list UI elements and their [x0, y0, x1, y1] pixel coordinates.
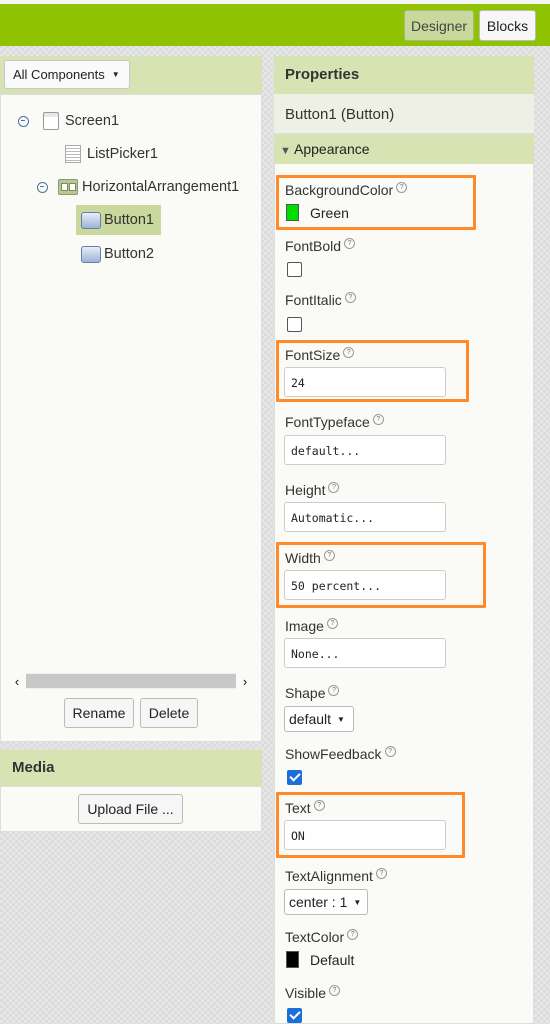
media-panel-header: Media: [0, 750, 262, 786]
tree-item-screen1[interactable]: Screen1: [18, 108, 119, 134]
text-label: Text?: [285, 800, 325, 816]
tree-item-label: HorizontalArrangement1: [82, 179, 240, 195]
tree-item-label: Button2: [104, 246, 154, 262]
help-icon[interactable]: ?: [328, 685, 340, 696]
tree-item-listpicker1[interactable]: ListPicker1: [65, 141, 158, 167]
fontbold-label: FontBold?: [285, 238, 356, 254]
tree-item-button1[interactable]: Button1: [76, 205, 161, 235]
button-icon: [81, 211, 101, 229]
scroll-right-icon[interactable]: ›: [236, 674, 254, 689]
button-icon: [81, 245, 101, 263]
rename-button[interactable]: Rename: [64, 698, 134, 728]
help-icon[interactable]: ?: [344, 292, 356, 303]
backgroundcolor-value[interactable]: Green: [310, 205, 349, 221]
horizontal-arrangement-icon: [58, 179, 78, 195]
green-color-swatch[interactable]: [286, 204, 299, 221]
tree-item-horizontalarrangement1[interactable]: HorizontalArrangement1: [37, 174, 239, 200]
fonttypeface-label: FontTypeface?: [285, 414, 384, 430]
delete-button[interactable]: Delete: [140, 698, 198, 728]
upload-file-button[interactable]: Upload File ...: [78, 794, 183, 824]
designer-button[interactable]: Designer: [404, 10, 474, 41]
fonttypeface-input[interactable]: default...: [284, 435, 446, 465]
scroll-thumb[interactable]: [26, 674, 236, 688]
shape-select[interactable]: default ▼: [284, 706, 354, 732]
scroll-left-icon[interactable]: ‹: [8, 674, 26, 689]
black-color-swatch[interactable]: [286, 951, 299, 968]
help-icon[interactable]: ?: [396, 182, 408, 193]
fontsize-input[interactable]: 24: [284, 367, 446, 397]
tree-item-label: Screen1: [65, 113, 120, 129]
help-icon[interactable]: ?: [323, 550, 335, 561]
blocks-button[interactable]: Blocks: [479, 10, 536, 41]
help-icon[interactable]: ?: [313, 800, 325, 811]
help-icon[interactable]: ?: [372, 414, 384, 425]
help-icon[interactable]: ?: [329, 985, 340, 996]
properties-component-name: Button1 (Button): [274, 94, 534, 134]
section-title: Appearance: [294, 141, 370, 157]
textalignment-select[interactable]: center : 1 ▼: [284, 889, 368, 915]
help-icon[interactable]: ?: [343, 347, 355, 358]
tree-item-label: Button1: [104, 212, 154, 228]
caret-down-icon: ▼: [111, 70, 120, 79]
top-toolbar: Designer Blocks: [0, 0, 550, 46]
components-filter-label: All Components: [13, 67, 105, 82]
textcolor-value[interactable]: Default: [310, 952, 354, 968]
shape-value: default: [289, 711, 332, 727]
backgroundcolor-label: BackgroundColor?: [285, 182, 408, 198]
help-icon[interactable]: ?: [326, 618, 338, 629]
visible-label: Visible?: [285, 985, 340, 1001]
height-input[interactable]: Automatic...: [284, 502, 446, 532]
listpicker-icon: [65, 145, 81, 163]
triangle-down-icon: ▼: [280, 145, 291, 157]
image-label: Image?: [285, 618, 338, 634]
collapse-icon[interactable]: [37, 181, 48, 193]
help-icon[interactable]: ?: [328, 482, 340, 493]
text-input[interactable]: ON: [284, 820, 446, 850]
collapse-icon[interactable]: [18, 115, 29, 127]
help-icon[interactable]: ?: [344, 238, 356, 249]
horizontal-scrollbar[interactable]: ‹ ›: [8, 672, 254, 690]
properties-panel-header: Properties: [274, 56, 534, 94]
screen-icon: [43, 112, 59, 130]
visible-checkbox[interactable]: [287, 1008, 302, 1023]
showfeedback-checkbox[interactable]: [287, 770, 302, 785]
tree-item-label: ListPicker1: [87, 146, 158, 162]
textalignment-label: TextAlignment?: [285, 868, 387, 884]
scroll-track[interactable]: [26, 673, 236, 689]
help-icon[interactable]: ?: [347, 929, 359, 940]
tree-item-button2[interactable]: Button2: [81, 241, 154, 267]
caret-down-icon: ▼: [353, 897, 362, 907]
fontbold-checkbox[interactable]: [287, 262, 302, 277]
height-label: Height?: [285, 482, 340, 498]
caret-down-icon: ▼: [337, 714, 345, 724]
image-input[interactable]: None...: [284, 638, 446, 668]
fontitalic-label: FontItalic?: [285, 292, 356, 308]
media-panel: Upload File ...: [0, 786, 262, 832]
textcolor-label: TextColor?: [285, 929, 359, 945]
appearance-section-toggle[interactable]: ▼ Appearance: [274, 134, 534, 164]
width-label: Width?: [285, 550, 335, 566]
showfeedback-label: ShowFeedback?: [285, 746, 396, 762]
components-panel-header: All Components ▼: [0, 56, 262, 94]
components-filter-dropdown[interactable]: All Components ▼: [4, 60, 130, 89]
help-icon[interactable]: ?: [384, 746, 396, 757]
width-input[interactable]: 50 percent...: [284, 570, 446, 600]
help-icon[interactable]: ?: [375, 868, 387, 879]
top-edge-strip: [0, 0, 550, 4]
shape-label: Shape?: [285, 685, 340, 701]
fontitalic-checkbox[interactable]: [287, 317, 302, 332]
fontsize-label: FontSize?: [285, 347, 355, 363]
textalignment-value: center : 1: [289, 894, 348, 910]
